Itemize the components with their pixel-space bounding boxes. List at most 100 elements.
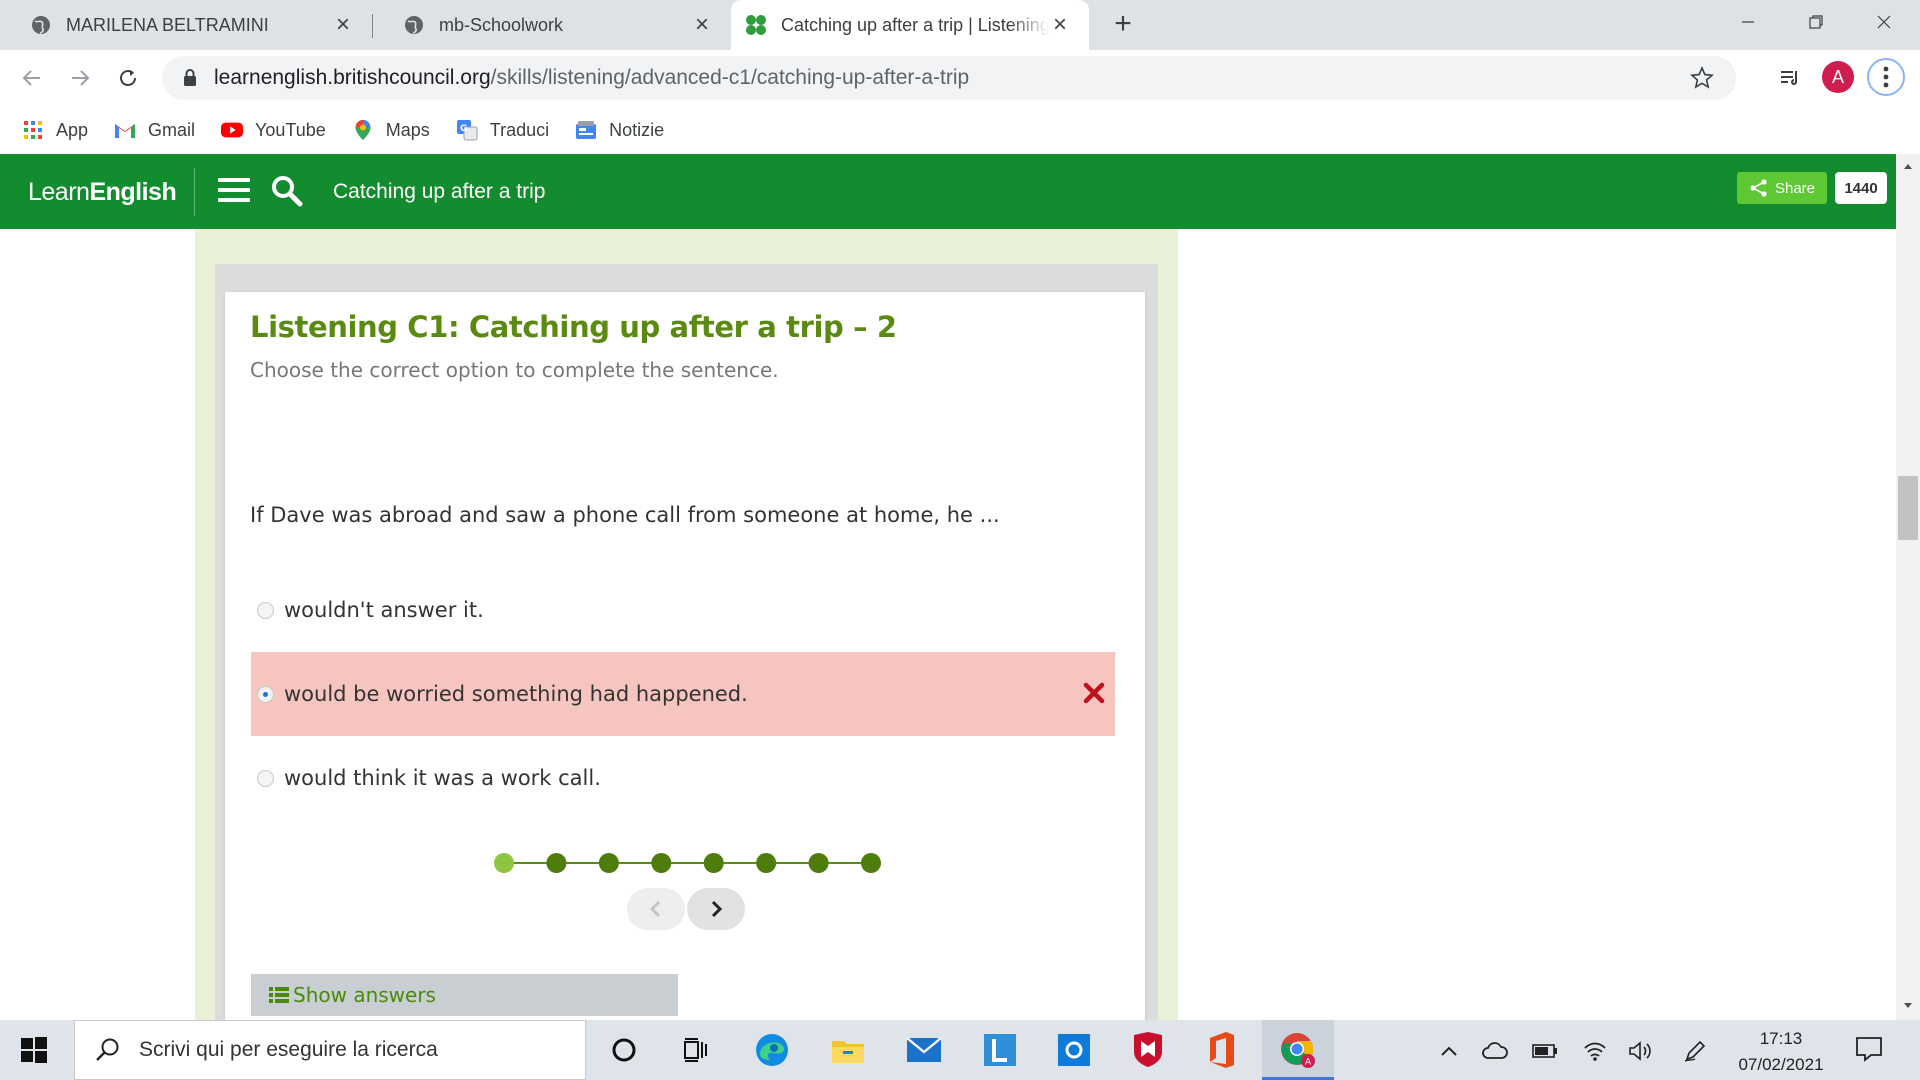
gmail-icon: [114, 119, 136, 141]
windows-start-icon[interactable]: [20, 1036, 48, 1064]
list-icon: [269, 987, 289, 1003]
maps-pin-icon: [352, 119, 374, 141]
progress-dot[interactable]: [703, 853, 724, 873]
progress-dot[interactable]: [546, 853, 567, 873]
page-title: Catching up after a trip: [333, 180, 546, 203]
option-label: wouldn't answer it.: [284, 598, 484, 622]
url-host: learnenglish.britishcouncil.org: [214, 66, 491, 89]
mail-icon[interactable]: [904, 1030, 944, 1070]
file-explorer-icon[interactable]: [828, 1030, 868, 1070]
header-divider: [194, 168, 195, 216]
new-tab-button[interactable]: +: [1108, 9, 1138, 40]
radio-button[interactable]: [257, 601, 274, 619]
share-icon: [1750, 179, 1767, 197]
question-text: If Dave was abroad and saw a phone call …: [250, 503, 1000, 527]
answer-option-3[interactable]: would think it was a work call.: [251, 736, 1115, 820]
hamburger-menu-icon[interactable]: [218, 178, 250, 206]
scrollbar-thumb[interactable]: [1898, 476, 1918, 540]
bookmarks-bar: App Gmail YouTube Maps G Traduci Notizie: [0, 106, 1920, 154]
search-icon[interactable]: [270, 174, 304, 208]
bookmark-app[interactable]: App: [22, 119, 88, 141]
scroll-down-arrow-icon[interactable]: [1896, 996, 1920, 1016]
share-button[interactable]: Share: [1737, 172, 1827, 204]
reload-button[interactable]: [112, 62, 144, 94]
reading-list-icon[interactable]: [1774, 62, 1806, 94]
answer-option-1[interactable]: wouldn't answer it.: [251, 568, 1115, 652]
cortana-icon[interactable]: [604, 1030, 644, 1070]
learnenglish-logo[interactable]: LearnEnglish: [28, 178, 177, 207]
radio-button[interactable]: [257, 685, 274, 703]
progress-dot[interactable]: [808, 853, 829, 873]
close-tab-icon[interactable]: ×: [332, 13, 354, 37]
bookmark-notizie[interactable]: Notizie: [575, 119, 664, 141]
pen-icon[interactable]: [1682, 1038, 1708, 1064]
progress-dot[interactable]: [494, 853, 514, 873]
tab-catching-up[interactable]: Catching up after a trip | Listening ×: [731, 0, 1089, 50]
lock-icon[interactable]: [182, 68, 198, 88]
logo-bold-text: English: [89, 178, 177, 206]
volume-icon[interactable]: [1628, 1038, 1654, 1064]
url-path: /skills/listening/advanced-c1/catching-u…: [490, 66, 970, 89]
progress-dot[interactable]: [598, 853, 619, 873]
previous-question-button[interactable]: [627, 888, 685, 930]
scroll-up-arrow-icon[interactable]: [1896, 156, 1920, 176]
office-icon[interactable]: [1202, 1030, 1242, 1070]
youtube-icon: [221, 119, 244, 141]
chrome-icon[interactable]: A: [1278, 1030, 1318, 1070]
translate-icon: G: [456, 119, 478, 141]
svg-text:G: G: [460, 124, 467, 134]
show-answers-label: Show answers: [293, 983, 436, 1007]
url-text[interactable]: learnenglish.britishcouncil.org/skills/l…: [214, 66, 969, 90]
close-tab-icon[interactable]: ×: [1049, 13, 1071, 37]
progress-dot[interactable]: [756, 853, 777, 873]
tab-marilena[interactable]: MARILENA BELTRAMINI ×: [0, 0, 372, 50]
edge-icon[interactable]: [752, 1030, 792, 1070]
bookmark-youtube[interactable]: YouTube: [221, 119, 326, 141]
search-icon: [96, 1038, 119, 1061]
svg-text:A: A: [1305, 1058, 1312, 1068]
answer-option-2[interactable]: would be worried something had happened.: [251, 652, 1115, 736]
close-tab-icon[interactable]: ×: [691, 13, 713, 37]
learnenglish-favicon-icon: [745, 14, 767, 36]
tab-title: Catching up after a trip | Listening: [781, 14, 1049, 35]
taskbar-search-input[interactable]: Scrivi qui per eseguire la ricerca: [74, 1020, 586, 1080]
bookmark-maps[interactable]: Maps: [352, 119, 430, 141]
l-app-icon[interactable]: [980, 1030, 1020, 1070]
outlook-icon[interactable]: [1054, 1030, 1094, 1070]
wifi-icon[interactable]: [1582, 1038, 1608, 1064]
forward-button[interactable]: [64, 62, 96, 94]
chevron-up-icon[interactable]: [1436, 1038, 1462, 1064]
clock-date: 07/02/2021: [1738, 1055, 1824, 1074]
share-count: 1440: [1835, 172, 1887, 204]
task-view-icon[interactable]: [676, 1030, 716, 1070]
close-window-button[interactable]: [1850, 0, 1918, 44]
next-question-button[interactable]: [687, 888, 745, 930]
bookmark-label: App: [56, 119, 89, 140]
site-header: LearnEnglish Catching up after a trip Sh…: [0, 154, 1896, 229]
show-answers-button[interactable]: Show answers: [251, 974, 678, 1016]
chrome-menu-icon[interactable]: [1867, 58, 1905, 96]
bookmark-star-icon[interactable]: [1690, 66, 1714, 95]
address-bar[interactable]: learnenglish.britishcouncil.org/skills/l…: [162, 56, 1736, 100]
bookmark-gmail[interactable]: Gmail: [114, 119, 195, 141]
bookmark-label: Gmail: [148, 119, 196, 140]
mcafee-icon[interactable]: [1128, 1030, 1168, 1070]
incorrect-x-icon: [1081, 680, 1107, 706]
progress-dot[interactable]: [861, 853, 881, 873]
logo-light-text: Learn: [28, 178, 90, 206]
system-clock[interactable]: 17:13 07/02/2021: [1726, 1026, 1836, 1078]
tab-schoolwork[interactable]: mb-Schoolwork ×: [373, 0, 731, 50]
progress-dot[interactable]: [651, 853, 672, 873]
bookmark-traduci[interactable]: G Traduci: [456, 119, 549, 141]
profile-avatar[interactable]: A: [1822, 61, 1854, 93]
back-button[interactable]: [16, 62, 48, 94]
battery-icon[interactable]: [1532, 1038, 1558, 1064]
radio-button[interactable]: [257, 769, 274, 787]
minimize-button[interactable]: [1714, 0, 1782, 44]
onedrive-cloud-icon[interactable]: [1482, 1038, 1508, 1064]
notification-center-icon[interactable]: [1854, 1034, 1884, 1064]
question-progress: [494, 853, 881, 873]
page-scrollbar[interactable]: [1896, 154, 1920, 1020]
globe-icon: [30, 14, 52, 36]
restore-button[interactable]: [1782, 0, 1850, 44]
